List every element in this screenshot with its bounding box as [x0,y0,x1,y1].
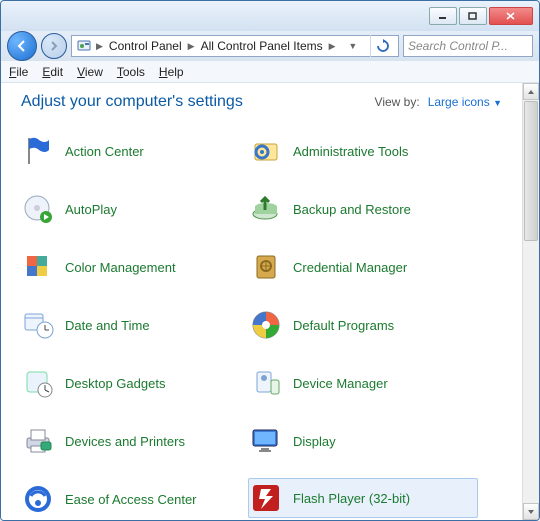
control-panel-item[interactable]: Action Center [21,131,249,171]
control-panel-item[interactable]: Flash Player (32-bit) [248,478,478,518]
clock-icon [21,308,55,342]
color-icon [21,250,55,284]
control-panel-item[interactable]: Desktop Gadgets [21,363,249,403]
chevron-right-icon: ▶ [96,41,103,52]
control-panel-item[interactable]: Backup and Restore [249,189,477,229]
item-label: Desktop Gadgets [65,376,165,391]
control-panel-item[interactable]: Administrative Tools [249,131,477,171]
item-label: Devices and Printers [65,434,185,449]
chevron-right-icon: ▶ [329,41,336,52]
ease-icon [21,482,55,516]
minimize-button[interactable] [429,7,457,25]
control-panel-icon [76,38,92,54]
item-label: Ease of Access Center [65,492,197,507]
item-label: Credential Manager [293,260,407,275]
item-label: Flash Player (32-bit) [293,491,410,506]
breadcrumb-part[interactable]: All Control Panel Items [199,38,325,54]
control-panel-item[interactable]: Credential Manager [249,247,477,287]
scrollbar[interactable] [522,83,539,520]
control-panel-item[interactable]: AutoPlay [21,189,249,229]
flag-icon [21,134,55,168]
nav-toolbar: ▶ Control Panel ▶ All Control Panel Item… [1,31,539,61]
titlebar [1,1,539,31]
display-icon [249,424,283,458]
cd-play-icon [21,192,55,226]
menu-bar: File Edit View Tools Help [1,61,539,83]
gadgets-icon [21,366,55,400]
vault-icon [249,250,283,284]
item-label: Color Management [65,260,176,275]
item-label: Administrative Tools [293,144,408,159]
item-label: Backup and Restore [293,202,411,217]
viewby-label: View by: [375,95,420,109]
refresh-button[interactable] [370,35,394,57]
menu-tools[interactable]: Tools [117,65,145,79]
control-panel-item[interactable]: Ease of Access Center [21,479,249,519]
scroll-up-button[interactable] [523,83,539,100]
scroll-track[interactable] [523,242,539,503]
control-panel-item[interactable]: Date and Time [21,305,249,345]
scroll-down-button[interactable] [523,503,539,520]
device-icon [249,366,283,400]
gear-folder-icon [249,134,283,168]
control-panel-item[interactable]: Device Manager [249,363,477,403]
menu-file[interactable]: File [9,65,28,79]
viewby-select[interactable]: Large icons ▼ [428,95,502,109]
chevron-right-icon: ▶ [188,41,195,52]
page-title: Adjust your computer's settings [21,93,375,111]
defaults-icon [249,308,283,342]
menu-edit[interactable]: Edit [42,65,63,79]
items-grid: Action Center Administrative Tools AutoPla… [21,131,512,519]
content-area: Adjust your computer's settings View by:… [1,83,539,520]
search-input[interactable]: Search Control P... [403,35,533,57]
control-panel-item[interactable]: Color Management [21,247,249,287]
address-bar[interactable]: ▶ Control Panel ▶ All Control Panel Item… [71,35,399,57]
item-label: Date and Time [65,318,150,333]
item-label: AutoPlay [65,202,117,217]
backup-icon [249,192,283,226]
control-panel-item[interactable]: Default Programs [249,305,477,345]
close-button[interactable] [489,7,533,25]
printer-icon [21,424,55,458]
chevron-down-icon: ▼ [493,98,502,108]
forward-button[interactable] [41,33,67,59]
menu-help[interactable]: Help [159,65,184,79]
item-label: Action Center [65,144,144,159]
item-label: Device Manager [293,376,388,391]
item-label: Display [293,434,336,449]
control-panel-item[interactable]: Display [249,421,477,461]
control-panel-item[interactable]: Devices and Printers [21,421,249,461]
flash-icon [249,481,283,515]
menu-view[interactable]: View [77,65,103,79]
back-button[interactable] [7,31,37,61]
scroll-thumb[interactable] [524,101,538,241]
breadcrumb-part[interactable]: Control Panel [107,38,184,54]
chevron-down-icon[interactable]: ▼ [348,41,357,51]
window: ▶ Control Panel ▶ All Control Panel Item… [0,0,540,521]
maximize-button[interactable] [459,7,487,25]
item-label: Default Programs [293,318,394,333]
